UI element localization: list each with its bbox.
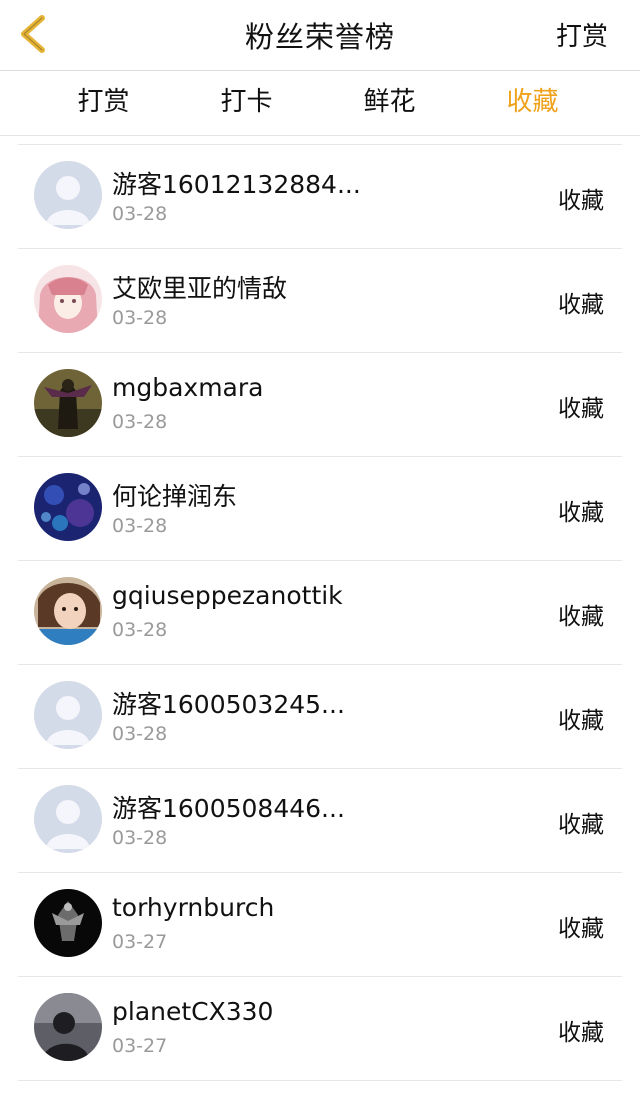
user-name: 游客1600508446... xyxy=(112,794,345,823)
tab-reward[interactable]: 打赏 xyxy=(32,71,175,135)
tab-flowers[interactable]: 鲜花 xyxy=(318,71,461,135)
list-item[interactable]: 游客1600508446... 03-28 收藏 xyxy=(18,769,622,873)
user-name: planetCX330 xyxy=(112,997,274,1026)
tab-checkin[interactable]: 打卡 xyxy=(175,71,318,135)
tab-bar: 打赏 打卡 鲜花 收藏 xyxy=(0,71,640,136)
default-avatar xyxy=(34,161,102,229)
blue-pattern-avatar xyxy=(34,473,102,541)
user-name: 游客1600503245... xyxy=(112,690,345,719)
user-name: 艾欧里亚的情敌 xyxy=(112,274,288,303)
user-name: torhyrnburch xyxy=(112,893,275,922)
list-item[interactable]: 游客16012132884... 03-28 收藏 xyxy=(18,145,622,249)
reward-button[interactable]: 打赏 xyxy=(556,16,608,53)
date-label: 03-28 xyxy=(112,411,168,433)
date-label: 03-27 xyxy=(112,1035,168,1057)
page-title: 粉丝荣誉榜 xyxy=(244,20,395,54)
action-label: 收藏 xyxy=(558,916,604,942)
action-label: 收藏 xyxy=(558,188,604,214)
girl-photo-avatar xyxy=(34,577,102,645)
action-label: 收藏 xyxy=(558,812,604,838)
list-item[interactable]: gqiuseppezanottik 03-28 收藏 xyxy=(18,561,622,665)
list-item[interactable]: 何论掸润东 03-28 收藏 xyxy=(18,457,622,561)
tab-favorite[interactable]: 收藏 xyxy=(461,71,604,135)
list-item[interactable]: 艾欧里亚的情敌 03-28 收藏 xyxy=(18,249,622,353)
action-label: 收藏 xyxy=(558,396,604,422)
action-label: 收藏 xyxy=(558,1020,604,1046)
date-label: 03-28 xyxy=(112,307,168,329)
default-avatar xyxy=(34,785,102,853)
action-label: 收藏 xyxy=(558,292,604,318)
list-item[interactable]: planetCX330 03-27 收藏 xyxy=(18,977,622,1081)
silhouette-avatar xyxy=(34,993,102,1061)
anime-girl-avatar xyxy=(34,265,102,333)
nav-bar: 粉丝荣誉榜 打赏 xyxy=(0,0,640,71)
date-label: 03-27 xyxy=(112,931,168,953)
date-label: 03-28 xyxy=(112,203,168,225)
action-label: 收藏 xyxy=(558,604,604,630)
date-label: 03-28 xyxy=(112,515,168,537)
date-label: 03-28 xyxy=(112,827,168,849)
date-label: 03-28 xyxy=(112,723,168,745)
dark-figure-avatar xyxy=(34,369,102,437)
user-name: gqiuseppezanottik xyxy=(112,581,343,610)
list-item[interactable]: torhyrnburch 03-27 收藏 xyxy=(18,873,622,977)
user-name: mgbaxmara xyxy=(112,373,264,402)
list-item[interactable]: 游客1600503245... 03-28 收藏 xyxy=(18,665,622,769)
action-label: 收藏 xyxy=(558,500,604,526)
date-label: 03-28 xyxy=(112,619,168,641)
action-label: 收藏 xyxy=(558,708,604,734)
fan-list: 游客16012132884... 03-28 收藏 艾欧里亚的情敌 03-28 … xyxy=(18,144,622,1081)
user-name: 游客16012132884... xyxy=(112,170,361,199)
black-emblem-avatar xyxy=(34,889,102,957)
list-item[interactable]: mgbaxmara 03-28 收藏 xyxy=(18,353,622,457)
user-name: 何论掸润东 xyxy=(112,482,238,511)
default-avatar xyxy=(34,681,102,749)
